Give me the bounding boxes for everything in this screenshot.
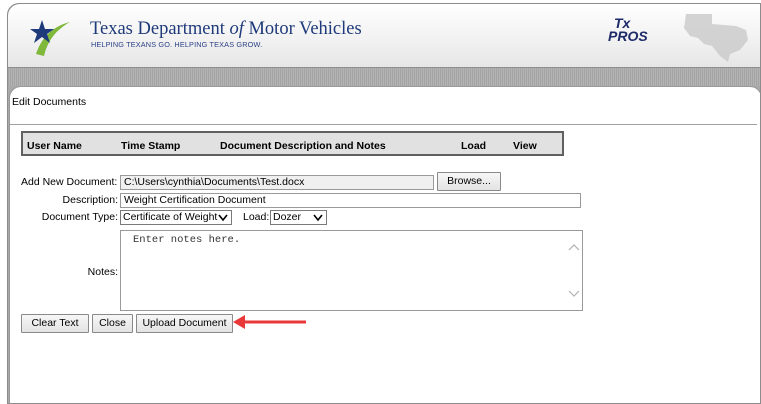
add-document-label: Add New Document: xyxy=(21,176,118,188)
department-title: Texas Department of Motor Vehicles xyxy=(90,19,362,39)
load-select[interactable]: Dozer xyxy=(270,210,327,225)
close-button[interactable]: Close xyxy=(92,314,133,333)
texas-map-icon xyxy=(684,14,748,62)
documents-table-header: User Name Time Stamp Document Descriptio… xyxy=(21,131,564,156)
column-header-time-stamp: Time Stamp xyxy=(121,140,181,152)
page-title: Edit Documents xyxy=(12,96,87,108)
header-divider-band xyxy=(8,68,760,86)
column-header-description: Document Description and Notes xyxy=(220,140,386,152)
load-value: Dozer xyxy=(273,211,302,223)
browse-button[interactable]: Browse... xyxy=(437,172,501,191)
document-type-select[interactable]: Certificate of Weight xyxy=(120,210,232,225)
chevron-down-icon xyxy=(313,214,323,222)
txpros-logo: Tx PROS xyxy=(608,16,648,44)
file-path-input[interactable]: C:\Users\cynthia\Documents\Test.docx xyxy=(120,175,434,190)
load-label: Load: xyxy=(243,211,270,223)
scroll-down-icon[interactable] xyxy=(568,290,580,298)
description-label: Description: xyxy=(62,194,118,206)
scroll-up-icon[interactable] xyxy=(568,243,580,251)
chevron-down-icon xyxy=(218,214,228,222)
upload-document-button[interactable]: Upload Document xyxy=(136,314,233,333)
column-header-user-name: User Name xyxy=(27,140,82,152)
document-type-value: Certificate of Weight xyxy=(123,211,218,223)
department-tagline: HELPING TEXANS GO. HELPING TEXAS GROW. xyxy=(91,40,263,49)
document-type-label: Document Type: xyxy=(41,211,118,223)
header-banner: Texas Department of Motor Vehicles HELPI… xyxy=(8,4,760,68)
description-input[interactable]: Weight Certification Document xyxy=(120,193,581,208)
clear-text-button[interactable]: Clear Text xyxy=(21,314,89,333)
title-divider xyxy=(10,124,757,125)
txdmv-star-logo-icon xyxy=(30,20,70,56)
column-header-load: Load xyxy=(461,140,487,152)
txpros-logo-line2: PROS xyxy=(608,28,648,44)
notes-textarea[interactable]: Enter notes here. xyxy=(120,230,583,311)
notes-label: Notes: xyxy=(87,266,118,278)
column-header-view: View xyxy=(513,140,537,152)
annotation-arrow-icon xyxy=(233,315,306,329)
